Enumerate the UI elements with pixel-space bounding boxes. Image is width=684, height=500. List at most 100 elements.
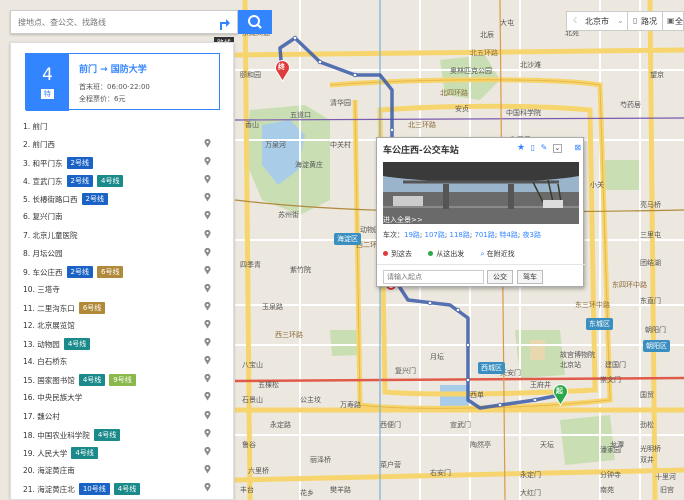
pin-icon[interactable] <box>204 229 211 239</box>
bus-line-link[interactable]: 19路 <box>404 231 420 239</box>
search-input[interactable] <box>11 11 211 33</box>
drive-route-button[interactable]: 驾车 <box>517 270 543 284</box>
city-selector[interactable]: ☾ 北京市 ⌄ <box>566 11 628 31</box>
panorama-link[interactable]: 进入全景>> <box>383 215 423 225</box>
pin-icon[interactable] <box>204 265 211 275</box>
map-place-label: 中国科学院 <box>506 109 541 117</box>
stop-item[interactable]: 18. 中国农业科学院 4号线 <box>11 425 233 443</box>
subway-line-chip: 6号线 <box>97 265 124 278</box>
search-button[interactable] <box>238 10 272 34</box>
stop-label: 6. 复兴门南 <box>23 212 63 222</box>
pin-icon[interactable] <box>204 356 211 365</box>
subway-line-chip: 4号线 <box>78 374 106 387</box>
pin-icon[interactable] <box>204 392 211 401</box>
stop-item[interactable]: 13. 动物园 4号线 <box>11 334 233 352</box>
pin-icon[interactable] <box>204 464 211 474</box>
district-label-xicheng: 西城区 <box>478 362 505 374</box>
pin-icon[interactable] <box>204 193 211 202</box>
bus-line-link[interactable]: 107路 <box>425 231 445 239</box>
bus-line-link[interactable]: 夜3路 <box>522 231 540 239</box>
map-place-label: 亮马桥 <box>640 201 661 209</box>
bus-lines: 车次：19路; 107路; 118路; 701路; 特4路; 夜3路 <box>383 231 541 239</box>
pin-icon[interactable] <box>204 320 211 329</box>
stop-item[interactable]: 2. 前门西 <box>11 135 233 153</box>
pin-icon[interactable] <box>204 247 211 257</box>
star-icon[interactable]: ★ <box>517 143 525 153</box>
map-place-label: 西单 <box>470 391 484 399</box>
stop-item[interactable]: 17. 魏公村 <box>11 407 233 425</box>
pin-icon[interactable] <box>204 139 211 148</box>
pin-icon[interactable] <box>204 157 211 166</box>
stop-item[interactable]: 7. 北京儿童医院 <box>11 226 233 244</box>
pin-icon[interactable] <box>204 428 211 438</box>
stop-item[interactable]: 11. 二里沟东口 6号线 <box>11 298 233 316</box>
district-label-chaoyang: 朝阳区 <box>643 340 670 352</box>
stop-item[interactable]: 9. 车公庄西 2号线 6号线 <box>11 262 233 280</box>
map-place-label: 北五环路 <box>470 49 498 57</box>
stop-item[interactable]: 3. 和平门东 2号线 <box>11 153 233 171</box>
stop-item[interactable]: 8. 月坛公园 <box>11 244 233 262</box>
map-place-label: 东四环中路 <box>612 281 647 289</box>
start-here-link[interactable]: 从这出发 <box>428 249 464 259</box>
map-place-label: 复兴门 <box>395 367 416 375</box>
nearby-search-link[interactable]: ⌕ 在附近找 <box>480 249 514 259</box>
map-place-label: 大屯 <box>500 19 514 27</box>
go-here-link[interactable]: 到这去 <box>383 249 412 259</box>
map-place-label: 光明桥 <box>640 445 661 453</box>
bus-route-button[interactable]: 公交 <box>487 270 513 284</box>
pin-icon[interactable] <box>204 211 211 220</box>
stop-item[interactable]: 16. 中央民族大学 <box>11 388 233 406</box>
map-place-label: 大红门 <box>520 489 541 497</box>
pin-icon[interactable] <box>204 175 211 184</box>
stop-item[interactable]: 21. 海淀黄庄北 10号线 4号线 <box>11 479 233 497</box>
collapse-icon[interactable]: ⌄ <box>552 144 562 153</box>
pin-icon[interactable] <box>204 446 211 456</box>
chevron-down-icon: ⌄ <box>617 16 624 25</box>
stop-list: 1. 前门 2. 前门西 3. 和平门东 2号线 4. 宣武门东 2号线 4号线 5. 长椿街… <box>11 117 233 497</box>
start-point-input[interactable] <box>383 270 484 284</box>
subway-line-chip: 2号线 <box>66 265 94 278</box>
pin-icon[interactable] <box>204 338 211 347</box>
stop-item[interactable]: 5. 长椿街路口西 2号线 <box>11 189 233 207</box>
end-marker[interactable]: 终 <box>274 60 291 82</box>
map-place-label: 东三环中路 <box>575 301 610 309</box>
route-unit: 特 <box>41 89 54 99</box>
stop-item[interactable]: 6. 复兴门南 <box>11 207 233 225</box>
pin-icon[interactable] <box>204 374 211 383</box>
fullscreen-button[interactable]: ▣ 全 <box>662 11 684 31</box>
map-place-label: 北辰 <box>480 31 494 39</box>
bus-line-link[interactable]: 701路 <box>474 231 494 239</box>
stop-item[interactable]: 20. 海淀黄庄南 <box>11 461 233 479</box>
stop-item[interactable]: 1. 前门 <box>11 117 233 135</box>
pin-icon[interactable] <box>204 410 211 420</box>
stop-item[interactable]: 4. 宣武门东 2号线 4号线 <box>11 171 233 189</box>
edit-icon[interactable]: ✎ <box>541 143 548 152</box>
pin-icon[interactable] <box>204 301 211 311</box>
traffic-button[interactable]: ▯ 路况 <box>627 11 663 31</box>
map-place-label: 五棵松 <box>258 381 279 389</box>
pin-icon[interactable] <box>204 283 211 293</box>
map-place-label: 天坛 <box>540 441 554 449</box>
stop-item[interactable]: 15. 国家图书馆 4号线 9号线 <box>11 370 233 388</box>
city-name: 北京市 <box>585 17 609 26</box>
subway-line-chip: 4号线 <box>113 482 141 495</box>
stop-item[interactable]: 12. 北京展览馆 <box>11 316 233 334</box>
map-place-label: 三里屯 <box>640 231 661 239</box>
close-icon[interactable]: ⊠ <box>574 143 581 152</box>
bus-line-link[interactable]: 特4路 <box>499 231 517 239</box>
stop-item[interactable]: 14. 白石桥东 <box>11 352 233 370</box>
stop-item[interactable]: 19. 人民大学 4号线 <box>11 443 233 461</box>
map-place-label: 四季青 <box>240 261 261 269</box>
phone-icon[interactable]: ▯ <box>531 143 535 152</box>
map-place-label: 永定路 <box>270 421 291 429</box>
route-button[interactable] <box>214 14 234 32</box>
map-place-label: 北四环路 <box>440 89 468 97</box>
map-place-label: 苏州街 <box>278 211 299 219</box>
subway-line-chip: 2号线 <box>81 193 109 206</box>
stop-item[interactable]: 10. 三塔寺 <box>11 280 233 298</box>
end-marker-label: 终 <box>278 63 285 71</box>
start-marker[interactable]: 起 <box>552 384 569 406</box>
bus-line-link[interactable]: 118路 <box>449 231 469 239</box>
map-place-label: 颐和园 <box>240 71 261 79</box>
pin-icon[interactable] <box>204 482 211 492</box>
